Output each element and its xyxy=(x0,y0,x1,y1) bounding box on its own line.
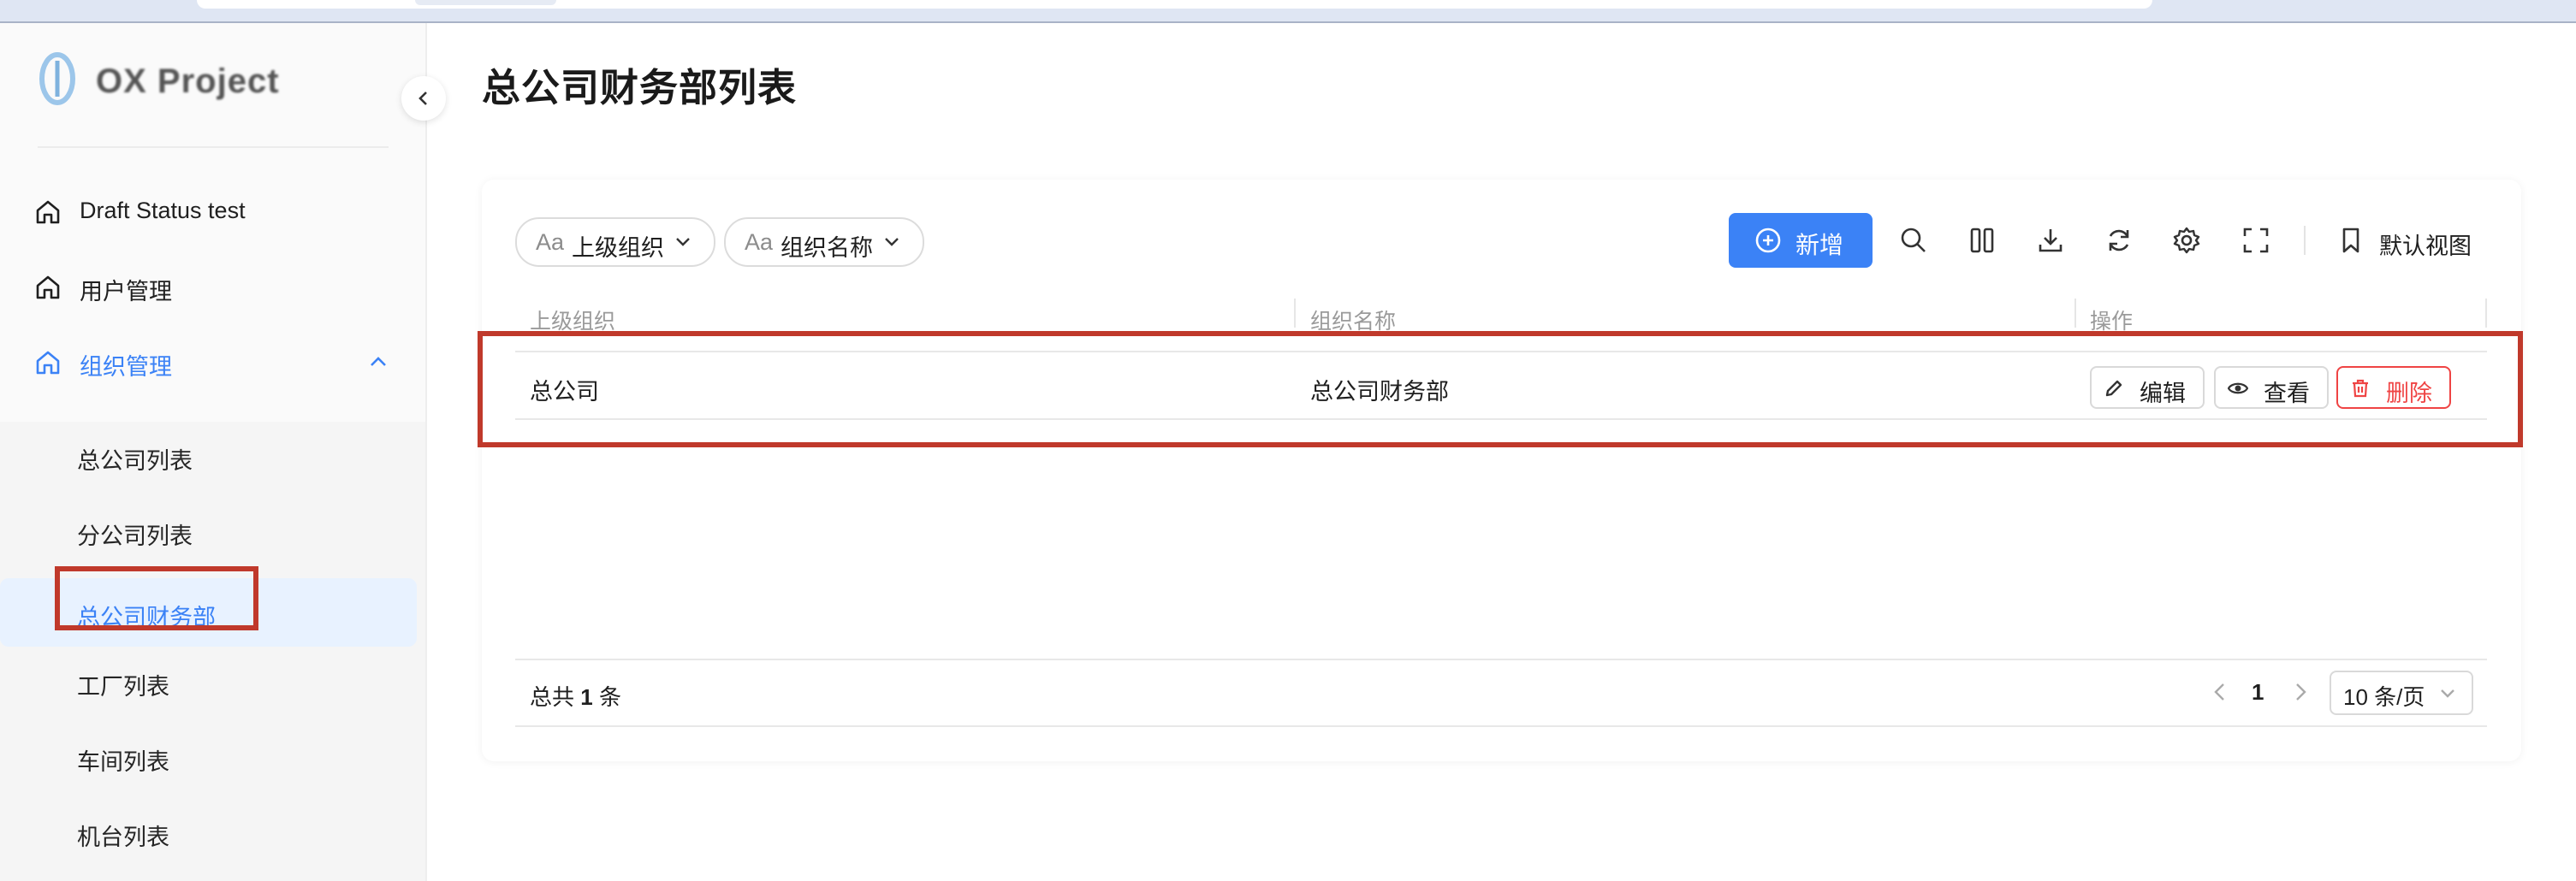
sidebar: OX Project Draft Status test 用户管理 组织管理 总… xyxy=(0,23,427,881)
sidebar-collapse-button[interactable] xyxy=(401,76,446,121)
submenu-item-label: 机台列表 xyxy=(77,825,169,850)
toolbar-divider xyxy=(2304,226,2306,255)
add-button-label: 新增 xyxy=(1795,232,1844,258)
submenu-item-label: 车间列表 xyxy=(77,749,169,775)
card-bottom-divider xyxy=(515,725,2487,727)
org-submenu: 总公司列表 分公司列表 总公司财务部 工厂列表 车间列表 机台列表 xyxy=(0,422,425,881)
address-bar-tab xyxy=(415,0,556,5)
chevron-down-icon xyxy=(885,238,899,246)
search-icon[interactable] xyxy=(1899,226,1928,255)
next-page-icon[interactable] xyxy=(2291,681,2310,703)
sidebar-item-user-management[interactable]: 用户管理 xyxy=(0,256,425,317)
column-divider xyxy=(2485,299,2487,328)
logo-divider xyxy=(38,146,389,148)
address-bar[interactable] xyxy=(197,0,2152,9)
sidebar-item-label: 用户管理 xyxy=(80,279,172,305)
submenu-item-branch-list[interactable]: 分公司列表 xyxy=(0,497,425,565)
chevron-up-icon[interactable] xyxy=(366,352,390,372)
filter-label: 上级组织 xyxy=(572,235,664,261)
browser-top-strip xyxy=(0,0,2576,23)
sidebar-item-label: Draft Status test xyxy=(80,198,246,223)
settings-icon[interactable] xyxy=(2172,226,2201,255)
page-size-value: 10 条/页 xyxy=(2343,684,2425,710)
home-icon xyxy=(36,351,60,375)
submenu-item-label: 工厂列表 xyxy=(77,674,169,700)
total-number: 1 xyxy=(580,684,593,710)
total-count: 总共 1 条 xyxy=(530,680,621,712)
submenu-item-hq-list[interactable]: 总公司列表 xyxy=(0,422,425,490)
total-prefix: 总共 xyxy=(530,684,575,710)
bookmark-icon xyxy=(2342,228,2359,253)
column-divider[interactable] xyxy=(2074,299,2076,328)
sidebar-item-draft-status[interactable]: Draft Status test xyxy=(0,180,425,242)
filter-label: 组织名称 xyxy=(781,235,873,261)
submenu-item-factory-list[interactable]: 工厂列表 xyxy=(0,647,425,716)
download-icon[interactable] xyxy=(2036,226,2065,255)
refresh-icon[interactable] xyxy=(2104,226,2134,255)
submenu-item-machine-list[interactable]: 机台列表 xyxy=(0,798,425,866)
text-type-icon: Aa xyxy=(536,229,565,255)
logo-icon xyxy=(39,52,75,105)
filter-org-name[interactable]: Aa 组织名称 xyxy=(724,217,924,267)
chevron-left-icon xyxy=(418,92,427,105)
home-icon xyxy=(36,200,60,224)
fullscreen-icon[interactable] xyxy=(2241,226,2270,255)
table-card xyxy=(482,180,2521,761)
annotation-highlight-row xyxy=(478,331,2523,447)
brand-name: OX Project xyxy=(96,62,280,100)
column-divider[interactable] xyxy=(1294,299,1296,328)
page-title: 总公司财务部列表 xyxy=(482,66,798,109)
prev-page-icon[interactable] xyxy=(2211,681,2229,703)
table-footer-divider xyxy=(515,659,2487,660)
plus-circle-icon xyxy=(1755,228,1781,253)
default-view-label: 默认视图 xyxy=(2379,234,2472,259)
current-page[interactable]: 1 xyxy=(2252,679,2264,706)
chevron-down-icon xyxy=(676,238,690,246)
submenu-item-label: 分公司列表 xyxy=(77,523,193,549)
add-button[interactable]: 新增 xyxy=(1729,213,1873,268)
submenu-item-label: 总公司列表 xyxy=(77,448,193,474)
text-type-icon: Aa xyxy=(745,229,774,255)
sidebar-item-label: 组织管理 xyxy=(80,354,172,380)
total-suffix: 条 xyxy=(598,684,621,710)
chevron-down-icon xyxy=(2441,689,2454,698)
submenu-item-workshop-list[interactable]: 车间列表 xyxy=(0,723,425,791)
columns-icon[interactable] xyxy=(1968,226,1997,255)
home-icon xyxy=(36,275,60,299)
page-size-select[interactable]: 10 条/页 xyxy=(2330,671,2473,715)
sidebar-item-org-management[interactable]: 组织管理 xyxy=(0,331,425,393)
filter-parent-org[interactable]: Aa 上级组织 xyxy=(515,217,715,267)
annotation-highlight-menu xyxy=(55,566,258,630)
